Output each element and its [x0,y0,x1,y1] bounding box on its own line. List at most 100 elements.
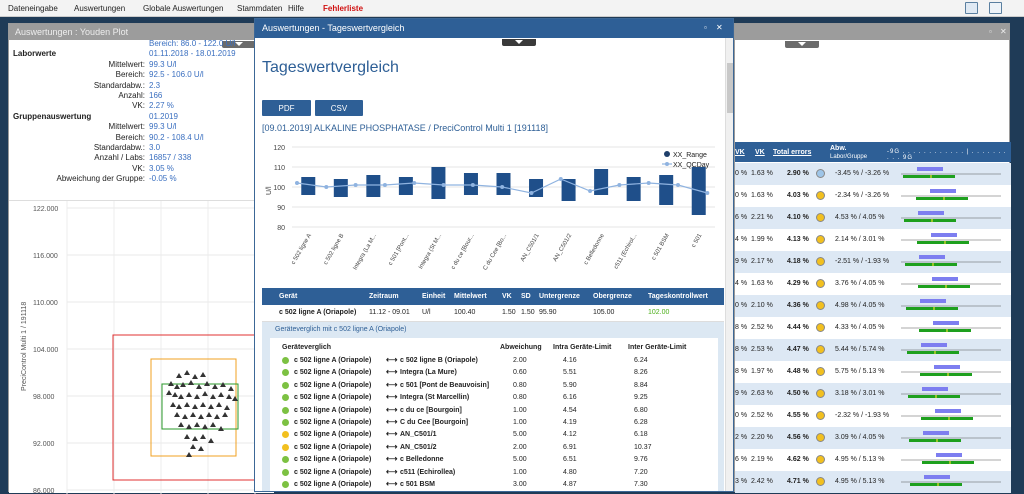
ranking-row[interactable]: 9 % 2.63 % 4.50 % 3.18 % / 3.01 % [735,383,1011,405]
th-vk: VK [502,293,512,300]
data-point [186,452,192,457]
status-icon [816,455,825,464]
menu-stammdaten[interactable]: Stammdaten [237,4,282,13]
data-point [186,424,192,429]
compare-abweichung: 5.00 [513,431,527,439]
data-point [200,434,206,439]
menu-globale-auswertungen[interactable]: Globale Auswertungen [143,4,224,13]
compare-abweichung: 0.60 [513,369,527,377]
ranking-row[interactable]: 3 % 2.42 % 4.71 % 4.95 % / 5.13 % [735,471,1011,493]
compare-abweichung: 2.00 [513,443,527,451]
qcday-point [500,185,505,189]
ranking-row[interactable]: 8 % 1.97 % 4.48 % 5.75 % / 5.13 % [735,361,1011,383]
status-icon [816,191,825,200]
ranking-total-error: 4.50 % [787,390,809,397]
minimize-icon[interactable]: ▫ [989,27,992,36]
ranking-abweichung: 4.33 % / 4.05 % [835,324,885,331]
status-icon [816,301,825,310]
summary-sd: 1.50 [521,309,535,316]
total-errors-header[interactable]: Total errors [773,149,811,156]
data-point [200,372,206,377]
data-point [218,392,224,397]
data-point [194,422,200,427]
y-tick-label: 122.000 [33,206,58,213]
ranking-row[interactable]: 8 % 2.53 % 4.47 % 5.44 % / 5.74 % [735,339,1011,361]
stat-value: 2.3 [149,80,161,90]
chart-y-tick: 100 [273,185,285,192]
close-icon[interactable]: ✕ [1000,27,1007,36]
menu-fehlerliste[interactable]: Fehlerliste [323,4,363,13]
status-icon [816,213,825,222]
ranking-row[interactable]: 6 % 2.21 % 4.10 % 4.53 % / 4.05 % [735,207,1011,229]
summary-mittelwert: 100.40 [454,309,476,316]
ranking-row[interactable]: 8 % 2.52 % 4.44 % 4.33 % / 4.05 % [735,317,1011,339]
status-icon [816,389,825,398]
qcday-point [295,181,299,185]
stat-label: Abweichung der Gruppe: [56,174,146,184]
ranking-total-error: 4.55 % [787,412,809,419]
compare-device-b: c 502 ligne B (Oriapole) [400,357,478,364]
ranking-abweichung: 4.95 % / 5.13 % [835,478,885,485]
ranking-total-error: 4.48 % [787,368,809,375]
stat-value: 90.2 - 108.4 U/l [149,132,204,142]
csv-button[interactable]: CSV [315,100,363,116]
logout-icon[interactable] [989,2,1002,14]
ranking-total-error: 4.71 % [787,478,809,485]
data-point [172,392,178,397]
compare-row: c 502 ligne A (Oriapole) ⟷ c 502 ligne B (… [270,355,718,367]
data-point [202,424,208,429]
ranking-pre: 9 % [735,390,748,397]
stat-value: 3.0 [149,143,161,152]
ranking-row[interactable]: 4 % 1.63 % 4.29 % 3.76 % / 4.05 % [735,273,1011,295]
compare-device-b: c Belledonne [400,456,444,464]
chart-x-tick: AN_C501/1 [520,232,541,262]
ranking-abweichung: 2.14 % / 3.01 % [835,236,885,243]
ranking-row[interactable]: 4 % 1.99 % 4.13 % 2.14 % / 3.01 % [735,229,1011,251]
data-point [208,404,214,409]
ranking-vk: 2.20 % [751,434,773,441]
pdf-button[interactable]: PDF [262,100,311,116]
compare-device-a: c 502 ligne A (Oriapole) [294,406,372,414]
qcday-point [470,183,475,187]
ranking-row[interactable]: 0 % 1.63 % 2.90 % -3.45 % / -3.26 % [735,163,1011,185]
youden-stats: Bereich: 86.0 - 122.0 U/l Laborwerte 01.11… [9,39,274,212]
chart-x-tick: c du ce [Bour... [450,233,475,271]
menu-dateneingabe[interactable]: Dateneingabe [8,4,58,13]
compare-device-b: AN_C501/2 [400,443,437,451]
vk-header[interactable]: VK [735,149,745,156]
ranking-row[interactable]: 0 % 2.10 % 4.36 % 4.98 % / 4.05 % [735,295,1011,317]
qcday-point [412,181,417,185]
ranking-row[interactable]: 0 % 2.52 % 4.55 % -2.32 % / -1.93 % [735,405,1011,427]
close-dialog-icon[interactable]: ✕ [716,23,723,32]
ranking-row[interactable]: 0 % 1.63 % 4.03 % -2.34 % / -3.26 % [735,185,1011,207]
status-icon [816,367,825,376]
dialog-collapse-tab[interactable] [502,39,536,46]
ranking-row[interactable]: 2 % 2.20 % 4.56 % 3.09 % / 4.05 % [735,427,1011,449]
compare-intra: 4.16 [563,357,577,364]
scrollbar[interactable] [725,38,733,491]
ranking-abweichung: 4.53 % / 4.05 % [835,214,885,221]
ranking-row[interactable]: 9 % 2.17 % 4.18 % -2.51 % / -1.93 % [735,251,1011,273]
summary-einheit: U/l [422,309,431,316]
status-icon [816,345,825,354]
vk2-header[interactable]: VK [755,149,765,156]
dialog-title: Auswertungen - Tageswertvergleich [262,23,405,33]
compare-device-a: c 502 ligne A (Oriapole) [294,481,372,488]
ranking-row[interactable]: 6 % 2.19 % 4.62 % 4.95 % / 5.13 % [735,449,1011,471]
sigma-bar [901,343,1001,354]
sigma-bar [901,167,1001,178]
labor-gruppe-header: Labor/Gruppe [830,154,868,160]
summary-geraet: c 502 ligne A (Oriapole) [279,309,357,316]
menu-auswertungen[interactable]: Auswertungen [74,4,125,13]
maximize-icon[interactable]: ▫ [704,23,707,32]
ranking-total-error: 4.47 % [787,346,809,353]
screen-icon[interactable] [965,2,978,14]
link-arrow-icon: ⟷ [386,441,398,451]
collapse-tab-right[interactable] [785,41,819,48]
menu-hilfe[interactable]: Hilfe [288,4,304,13]
scrollbar-thumb[interactable] [727,63,733,113]
compare-row: c 502 ligne A (Oriapole) ⟷ AN_C501/1 5.00 4.… [270,429,718,441]
compare-inter: 6.28 [634,419,648,426]
qcday-point [382,183,387,187]
data-point [216,402,222,407]
